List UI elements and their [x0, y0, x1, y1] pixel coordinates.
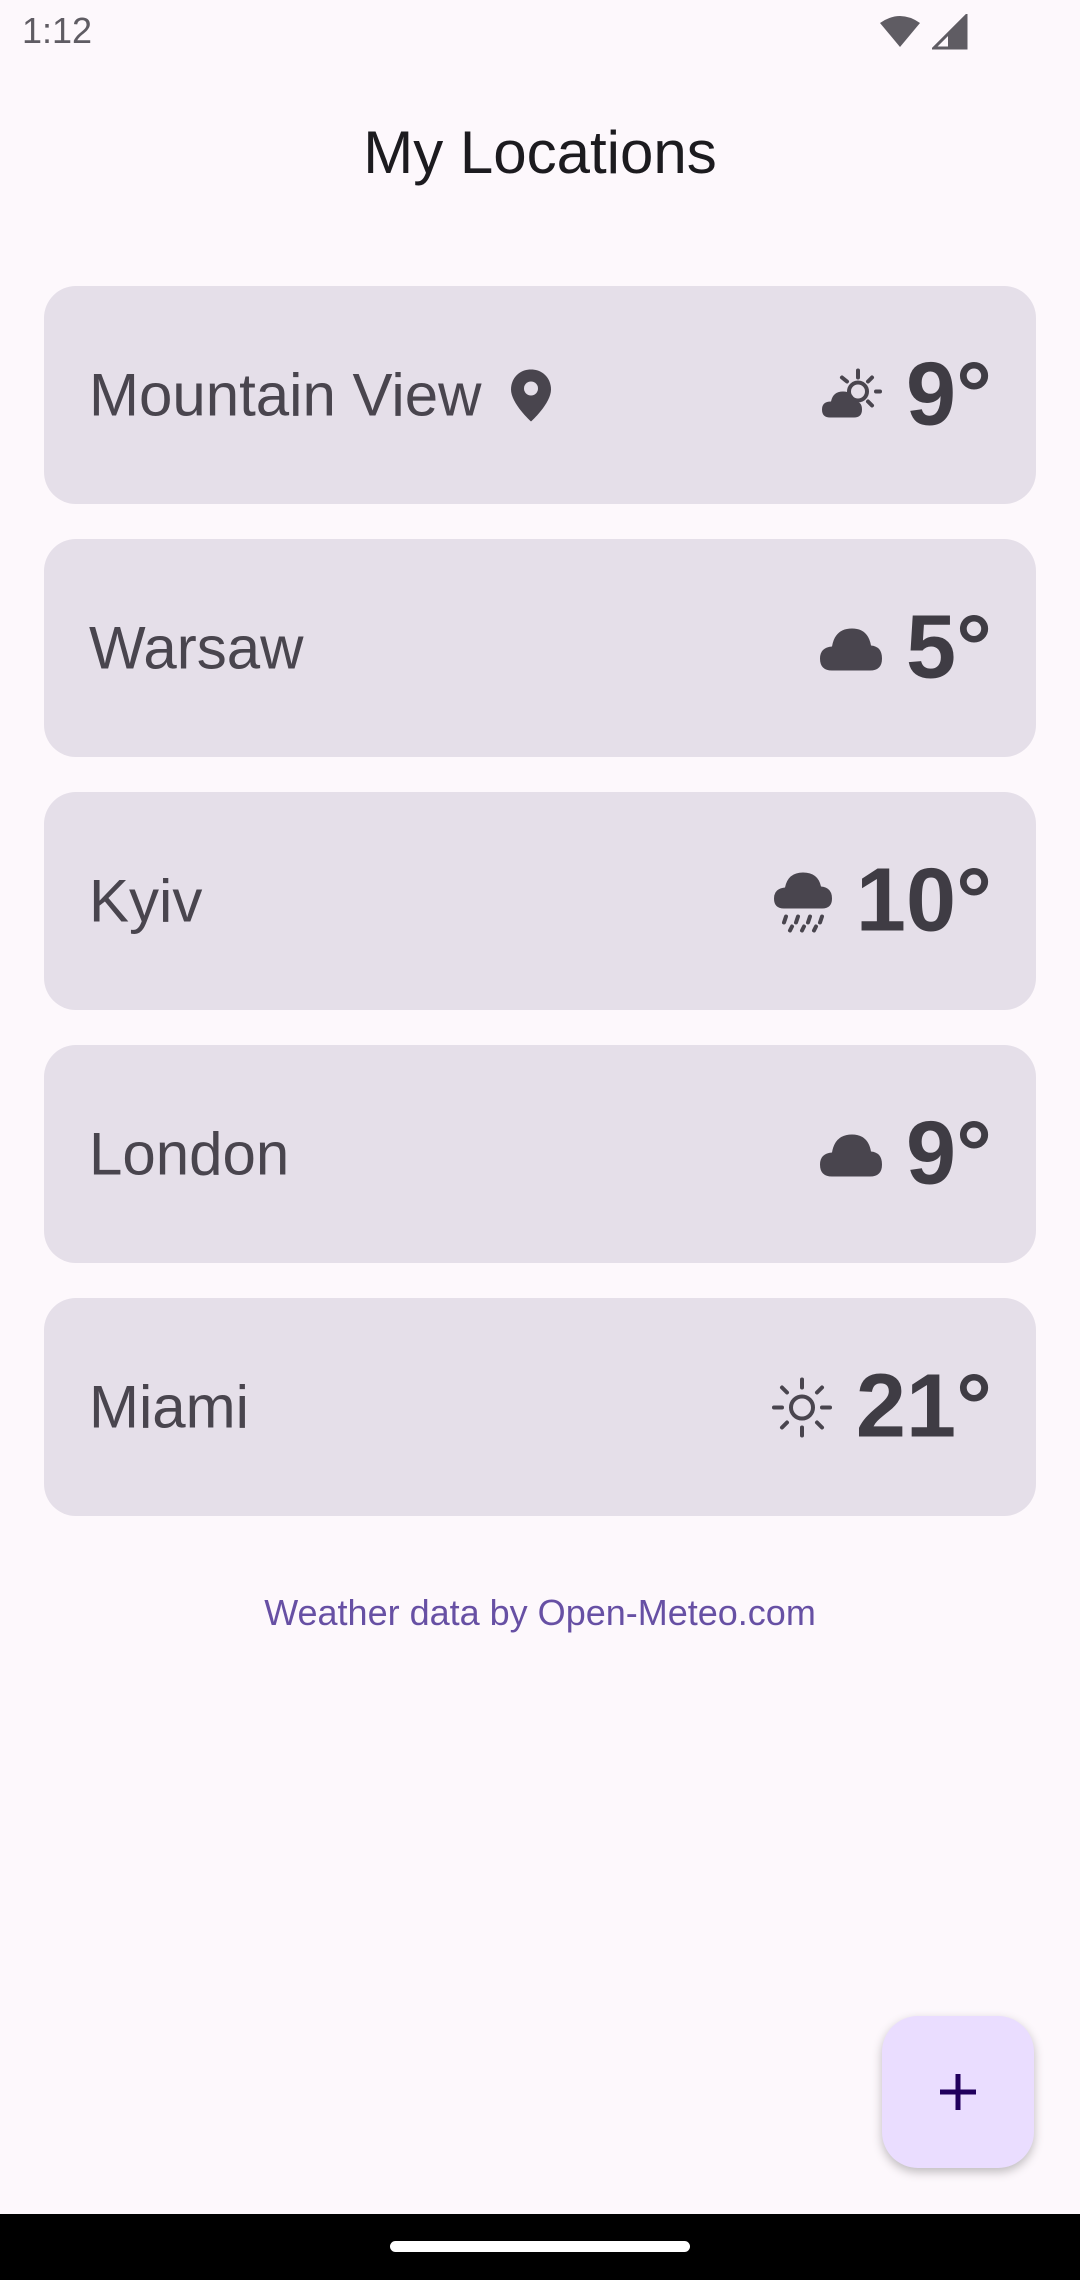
- location-weather: 5°: [819, 597, 992, 700]
- partly-cloudy-icon: [821, 367, 882, 423]
- location-temperature: 9°: [905, 344, 992, 445]
- location-name: London: [89, 1120, 289, 1189]
- status-icons: [878, 14, 968, 50]
- location-name: Mountain View: [89, 361, 553, 430]
- wifi-icon: [880, 16, 920, 47]
- locations-list: Mountain View 9° Warsaw 5° Kyiv 10° Lond…: [44, 286, 1036, 1551]
- location-weather: 9°: [819, 1103, 992, 1206]
- location-name-text: Kyiv: [89, 867, 203, 935]
- status-time: 1:12: [22, 10, 93, 51]
- status-bar: 1:12: [0, 0, 1080, 66]
- attribution-link[interactable]: Weather data by Open-Meteo.com: [0, 1592, 1080, 1634]
- location-temperature: 9°: [905, 1103, 992, 1204]
- location-pin-icon: [509, 367, 553, 423]
- location-temperature: 10°: [855, 850, 992, 951]
- location-temperature: 5°: [905, 597, 992, 698]
- cloud-icon: [819, 626, 882, 670]
- page-title: My Locations: [363, 119, 717, 186]
- location-card-mountain-view[interactable]: Mountain View 9°: [44, 286, 1036, 504]
- location-name: Kyiv: [89, 867, 202, 936]
- location-card-miami[interactable]: Miami 21°: [44, 1298, 1036, 1516]
- location-card-london[interactable]: London 9°: [44, 1045, 1036, 1263]
- plus-icon: [940, 2074, 976, 2110]
- location-name-text: Warsaw: [89, 614, 304, 682]
- location-weather: 10°: [773, 850, 992, 953]
- home-gesture-handle[interactable]: [390, 2241, 690, 2252]
- location-name: Warsaw: [89, 614, 303, 683]
- cloud-icon: [819, 1132, 882, 1176]
- location-name: Miami: [89, 1373, 249, 1442]
- location-weather: 9°: [821, 344, 992, 447]
- sun-icon: [771, 1377, 832, 1437]
- signal-icon: [932, 14, 968, 50]
- location-temperature: 21°: [855, 1356, 992, 1457]
- location-name-text: Miami: [89, 1373, 249, 1441]
- location-name-text: Mountain View: [89, 361, 482, 429]
- location-card-kyiv[interactable]: Kyiv 10°: [44, 792, 1036, 1010]
- rain-icon: [773, 870, 832, 932]
- location-weather: 21°: [771, 1356, 992, 1459]
- location-card-warsaw[interactable]: Warsaw 5°: [44, 539, 1036, 757]
- location-name-text: London: [89, 1120, 290, 1188]
- add-location-button[interactable]: [882, 2016, 1034, 2168]
